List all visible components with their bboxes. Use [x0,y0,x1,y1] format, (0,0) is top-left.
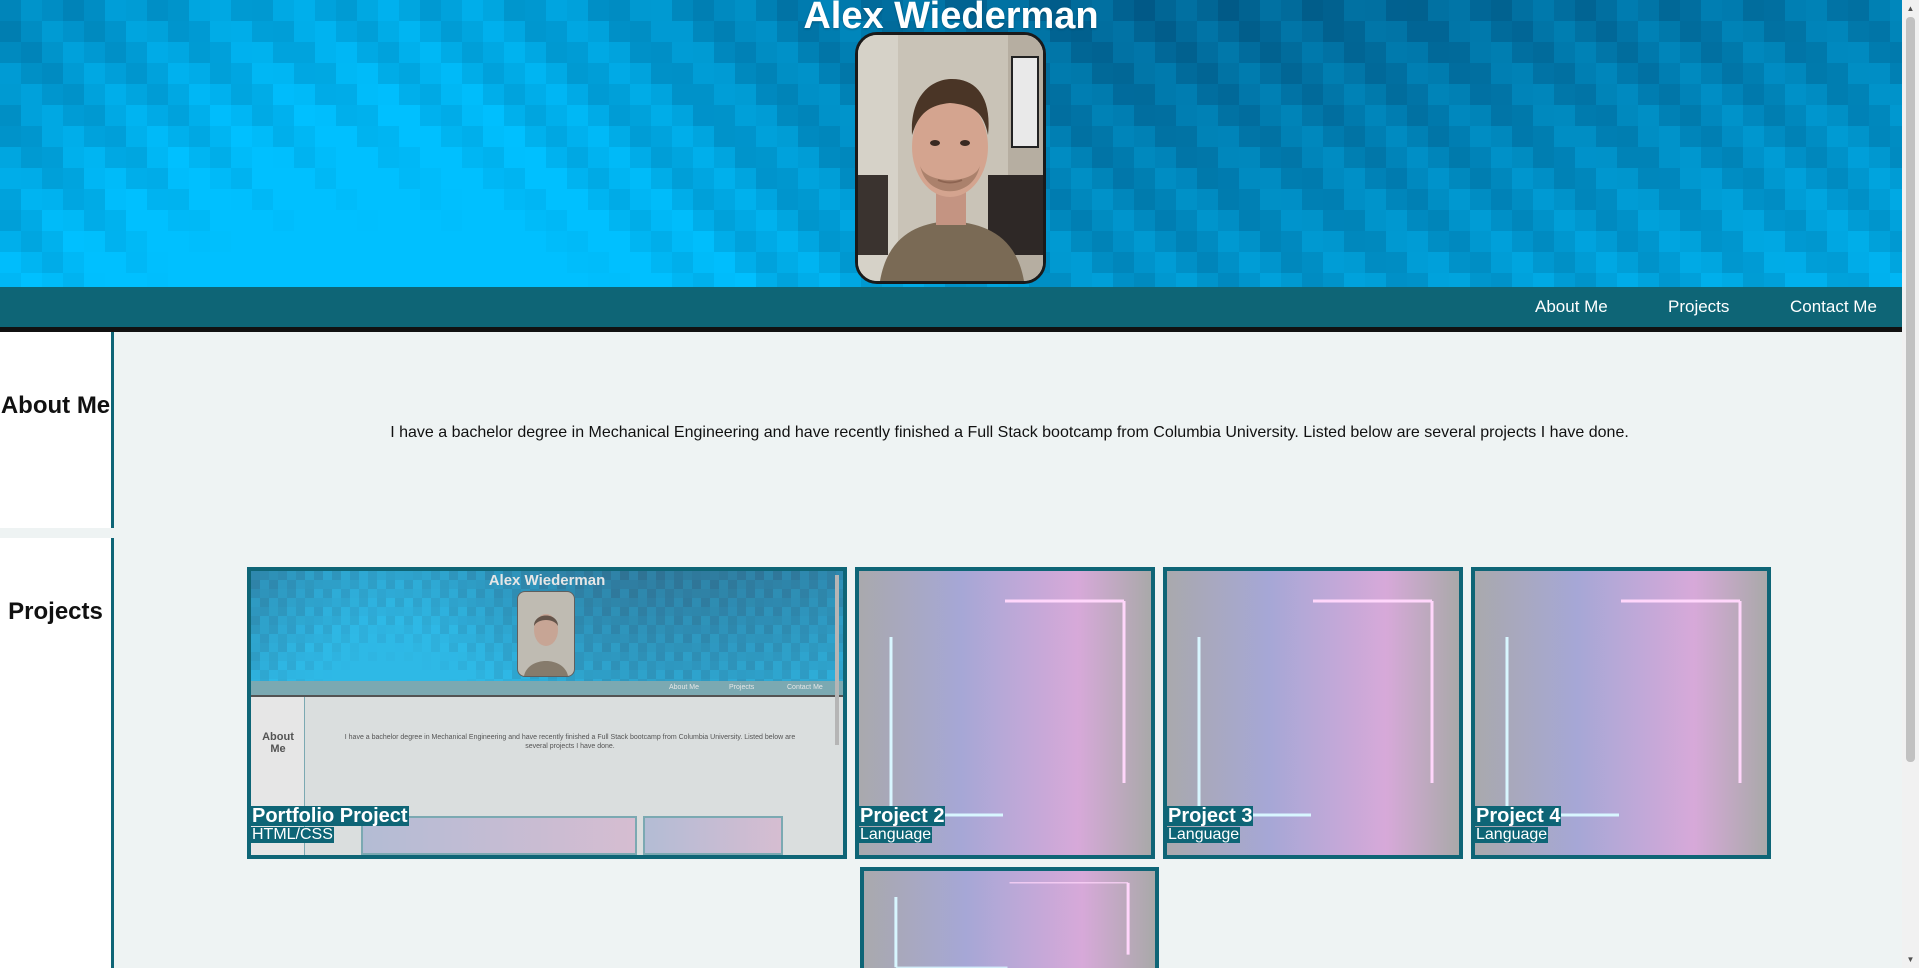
scroll-up-icon[interactable]: ▲ [1902,0,1919,17]
about-sidebar: About Me [0,332,114,528]
thumbnail-nav-contact: Contact Me [787,684,823,691]
thumbnail-title: Alex Wiederman [488,572,606,589]
card-title: Project 2 [859,805,946,827]
projects-sidebar: Projects [0,538,114,968]
avatar [855,32,1046,284]
nav-link-contact-me[interactable]: Contact Me [1790,287,1877,327]
nav-link-projects[interactable]: Projects [1668,287,1729,327]
card-caption: Project 3 Language [1167,805,1254,843]
navbar: About Me Projects Contact Me [0,287,1902,327]
scroll-down-icon[interactable]: ▼ [1902,951,1919,968]
project-card-3[interactable]: Project 3 Language [1163,567,1463,859]
nav-link-about-me[interactable]: About Me [1535,287,1608,327]
card-caption: Portfolio Project HTML/CSS [251,806,409,843]
card-title: Project 4 [1475,805,1562,827]
header-banner: Alex Wiederman [0,0,1902,287]
thumbnail-scrollbar [835,575,839,745]
scroll-thumb[interactable] [1906,17,1915,762]
card-caption: Project 2 Language [859,805,946,843]
thumbnail-about-heading: About Me [262,731,294,755]
project-card-portfolio[interactable]: Alex Wiederman About Me Projects Contact… [247,567,847,859]
thumbnail-card [643,816,783,855]
card-language: Language [1475,826,1549,843]
thumbnail-nav-projects: Projects [729,684,755,691]
thumbnail-about-text: I have a bachelor degree in Mechanical E… [344,734,796,750]
card-language: Language [1167,826,1241,843]
card-title: Project 3 [1167,805,1254,827]
thumbnail-divider [251,695,843,697]
card-caption: Project 4 Language [1475,805,1562,843]
page-scrollbar[interactable]: ▲ ▼ [1902,0,1919,968]
card-language: Language [859,826,933,843]
site-title: Alex Wiederman [803,0,1099,37]
thumbnail-nav: About Me Projects Contact Me [251,681,843,695]
card-language: HTML/CSS [251,826,334,843]
project-card-2[interactable]: Project 2 Language [855,567,1155,859]
about-text: I have a bachelor degree in Mechanical E… [390,424,1629,441]
thumbnail-avatar [517,591,575,677]
nav-divider [0,327,1902,332]
thumbnail-nav-about: About Me [669,684,699,691]
projects-heading: Projects [8,598,103,625]
card-title: Portfolio Project [251,805,409,827]
project-card-5[interactable] [860,867,1159,968]
about-heading: About Me [0,392,111,419]
project-5-image [864,871,1155,968]
project-card-4[interactable]: Project 4 Language [1471,567,1771,859]
